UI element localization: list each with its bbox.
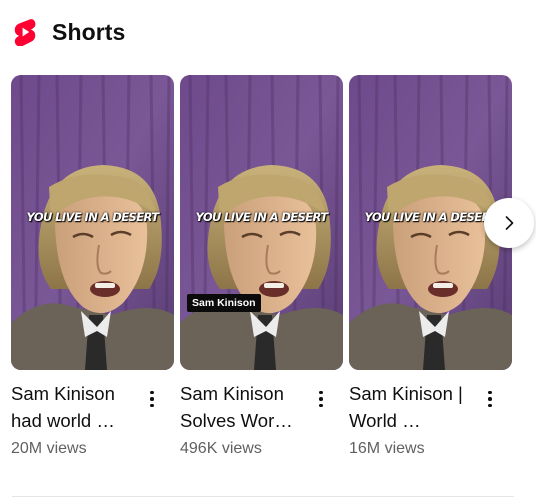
short-views: 20M views — [11, 440, 87, 457]
thumbnail-name-tag: Sam Kinison — [187, 294, 261, 312]
short-card[interactable]: YOU LIVE IN A DESERT Sam Kinison had wor… — [11, 75, 174, 458]
short-title[interactable]: Sam Kinison | World … — [349, 380, 479, 434]
section-divider — [12, 496, 514, 497]
shorts-header: Shorts — [12, 14, 125, 50]
thumbnail-caption: YOU LIVE IN A DESERT — [26, 210, 160, 224]
short-card[interactable]: YOU LIVE IN A DESERT Sam Kinison | World… — [349, 75, 512, 458]
short-meta: Sam Kinison | World … 16M views — [349, 380, 512, 458]
short-title[interactable]: Sam Kinison had world … — [11, 380, 141, 434]
short-thumbnail[interactable]: YOU LIVE IN A DESERT — [11, 75, 174, 370]
more-vert-icon[interactable] — [311, 386, 331, 412]
next-button[interactable] — [484, 198, 534, 248]
short-thumbnail[interactable]: YOU LIVE IN A DESERT Sam Kinison — [180, 75, 343, 370]
more-vert-icon[interactable] — [480, 386, 500, 412]
shorts-shelf: YOU LIVE IN A DESERT Sam Kinison had wor… — [11, 75, 536, 475]
short-views: 496K views — [180, 440, 262, 457]
short-meta: Sam Kinison Solves Wor… 496K views — [180, 380, 343, 458]
short-views: 16M views — [349, 440, 425, 457]
more-vert-icon[interactable] — [142, 386, 162, 412]
chevron-right-icon — [505, 216, 514, 230]
section-title: Shorts — [52, 18, 126, 45]
short-meta: Sam Kinison had world … 20M views — [11, 380, 174, 458]
short-title[interactable]: Sam Kinison Solves Wor… — [180, 380, 310, 434]
youtube-shorts-icon — [12, 17, 38, 47]
short-card[interactable]: YOU LIVE IN A DESERT Sam Kinison Sam Kin… — [180, 75, 343, 458]
thumbnail-caption: YOU LIVE IN A DESERT — [195, 210, 329, 224]
